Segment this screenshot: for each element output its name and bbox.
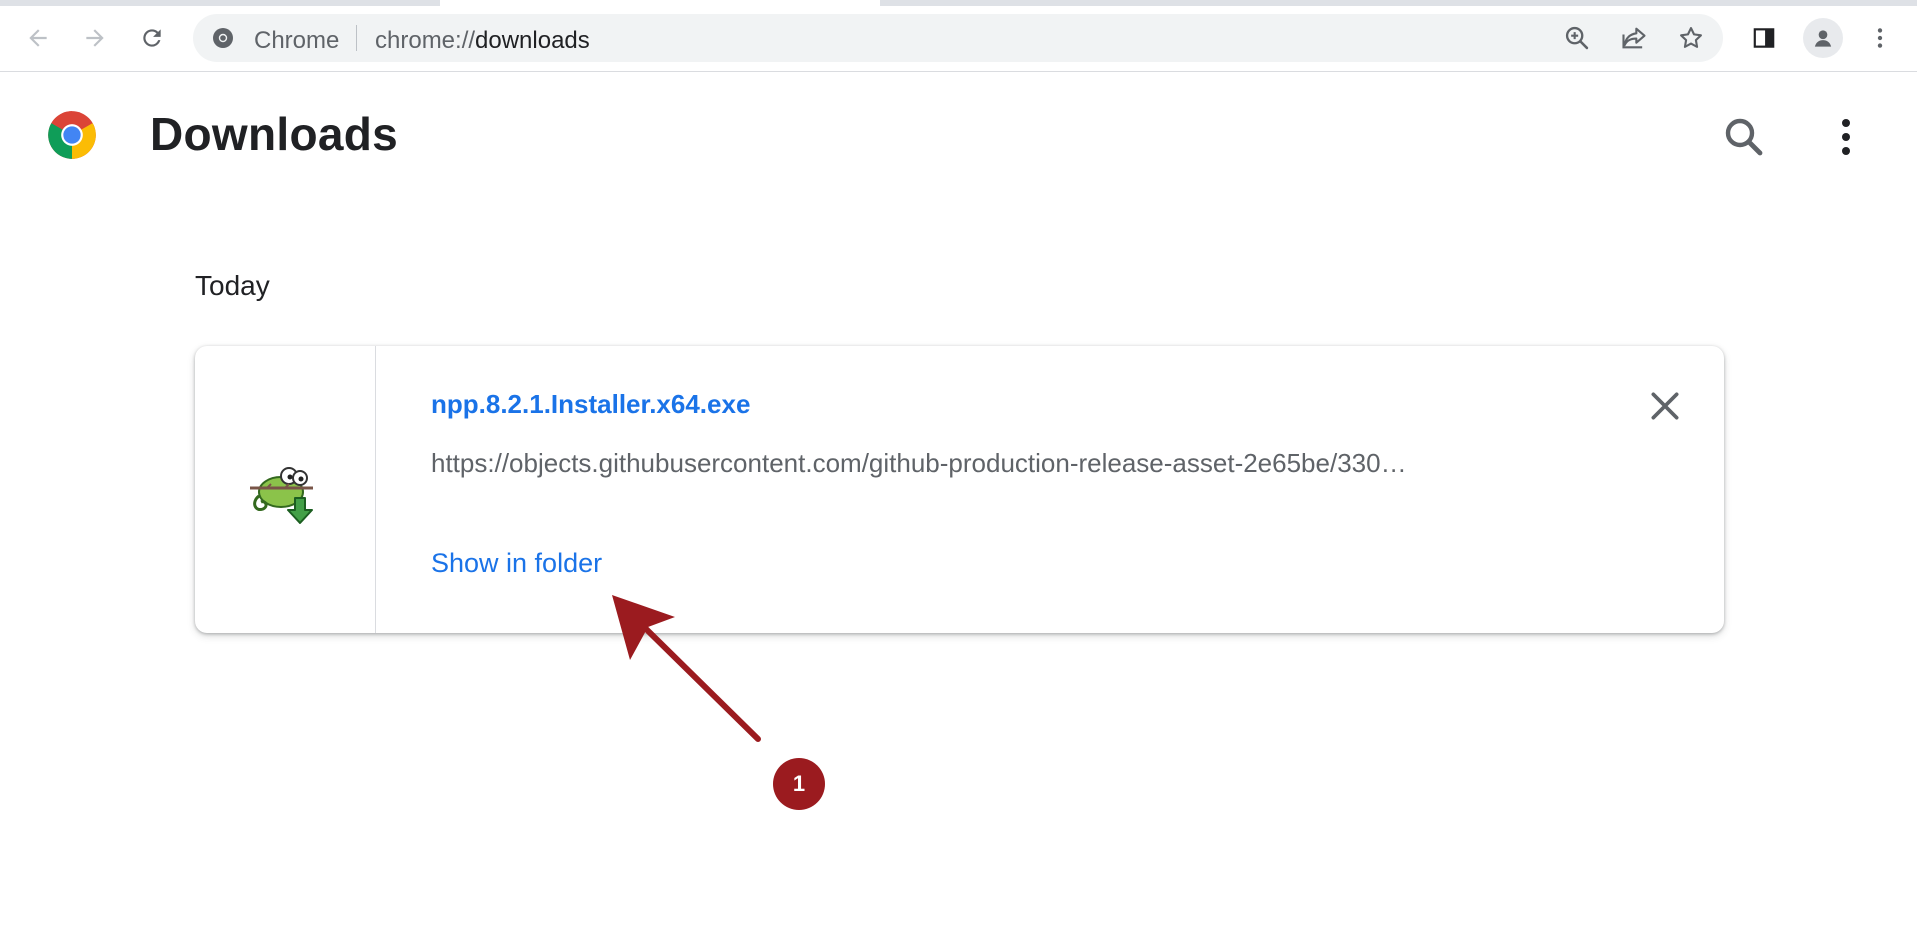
file-icon-column [195, 346, 376, 633]
download-source-url: https://objects.githubusercontent.com/gi… [431, 448, 1407, 478]
notepad-plus-plus-icon [250, 467, 313, 524]
forward-button[interactable] [75, 18, 115, 58]
annotation-arrow [612, 595, 761, 742]
omnibox-divider [356, 25, 357, 51]
browser-toolbar: Chrome chrome://downloads [0, 6, 1917, 72]
show-in-folder-link[interactable]: Show in folder [431, 548, 602, 579]
url-path: downloads [475, 27, 590, 54]
reload-button[interactable] [132, 18, 172, 58]
arrow-left-icon [29, 29, 47, 47]
browser-menu-button[interactable] [1860, 18, 1900, 58]
search-icon[interactable] [1720, 113, 1768, 161]
bookmark-star-icon[interactable] [1677, 24, 1705, 52]
site-label: Chrome [254, 27, 340, 54]
more-vertical-icon [1877, 28, 1883, 48]
date-section-heading: Today [195, 270, 270, 301]
page-title: Downloads [150, 108, 399, 160]
back-button[interactable] [18, 18, 58, 58]
chrome-icon [213, 28, 233, 48]
annotation-step-badge: 1 [773, 758, 825, 810]
more-vertical-icon[interactable] [1822, 113, 1870, 161]
url-text[interactable]: chrome://downloads [375, 27, 590, 55]
close-icon[interactable] [1645, 386, 1685, 426]
address-bar[interactable]: Chrome chrome://downloads [193, 14, 1723, 62]
url-scheme: chrome:// [375, 27, 476, 54]
downloads-header: Downloads [0, 73, 1917, 203]
reload-icon [143, 29, 161, 47]
download-file-name-link[interactable]: npp.8.2.1.Installer.x64.exe [431, 389, 750, 420]
download-item-card: npp.8.2.1.Installer.x64.exe https://obje… [195, 346, 1724, 633]
share-icon[interactable] [1620, 24, 1648, 52]
side-panel-button[interactable] [1744, 18, 1784, 58]
chrome-logo-icon [48, 111, 96, 159]
arrow-right-icon [86, 29, 104, 47]
side-panel-icon [1753, 28, 1775, 48]
zoom-in-icon[interactable] [1563, 24, 1591, 52]
avatar-icon [1814, 30, 1832, 47]
profile-button[interactable] [1803, 18, 1843, 58]
